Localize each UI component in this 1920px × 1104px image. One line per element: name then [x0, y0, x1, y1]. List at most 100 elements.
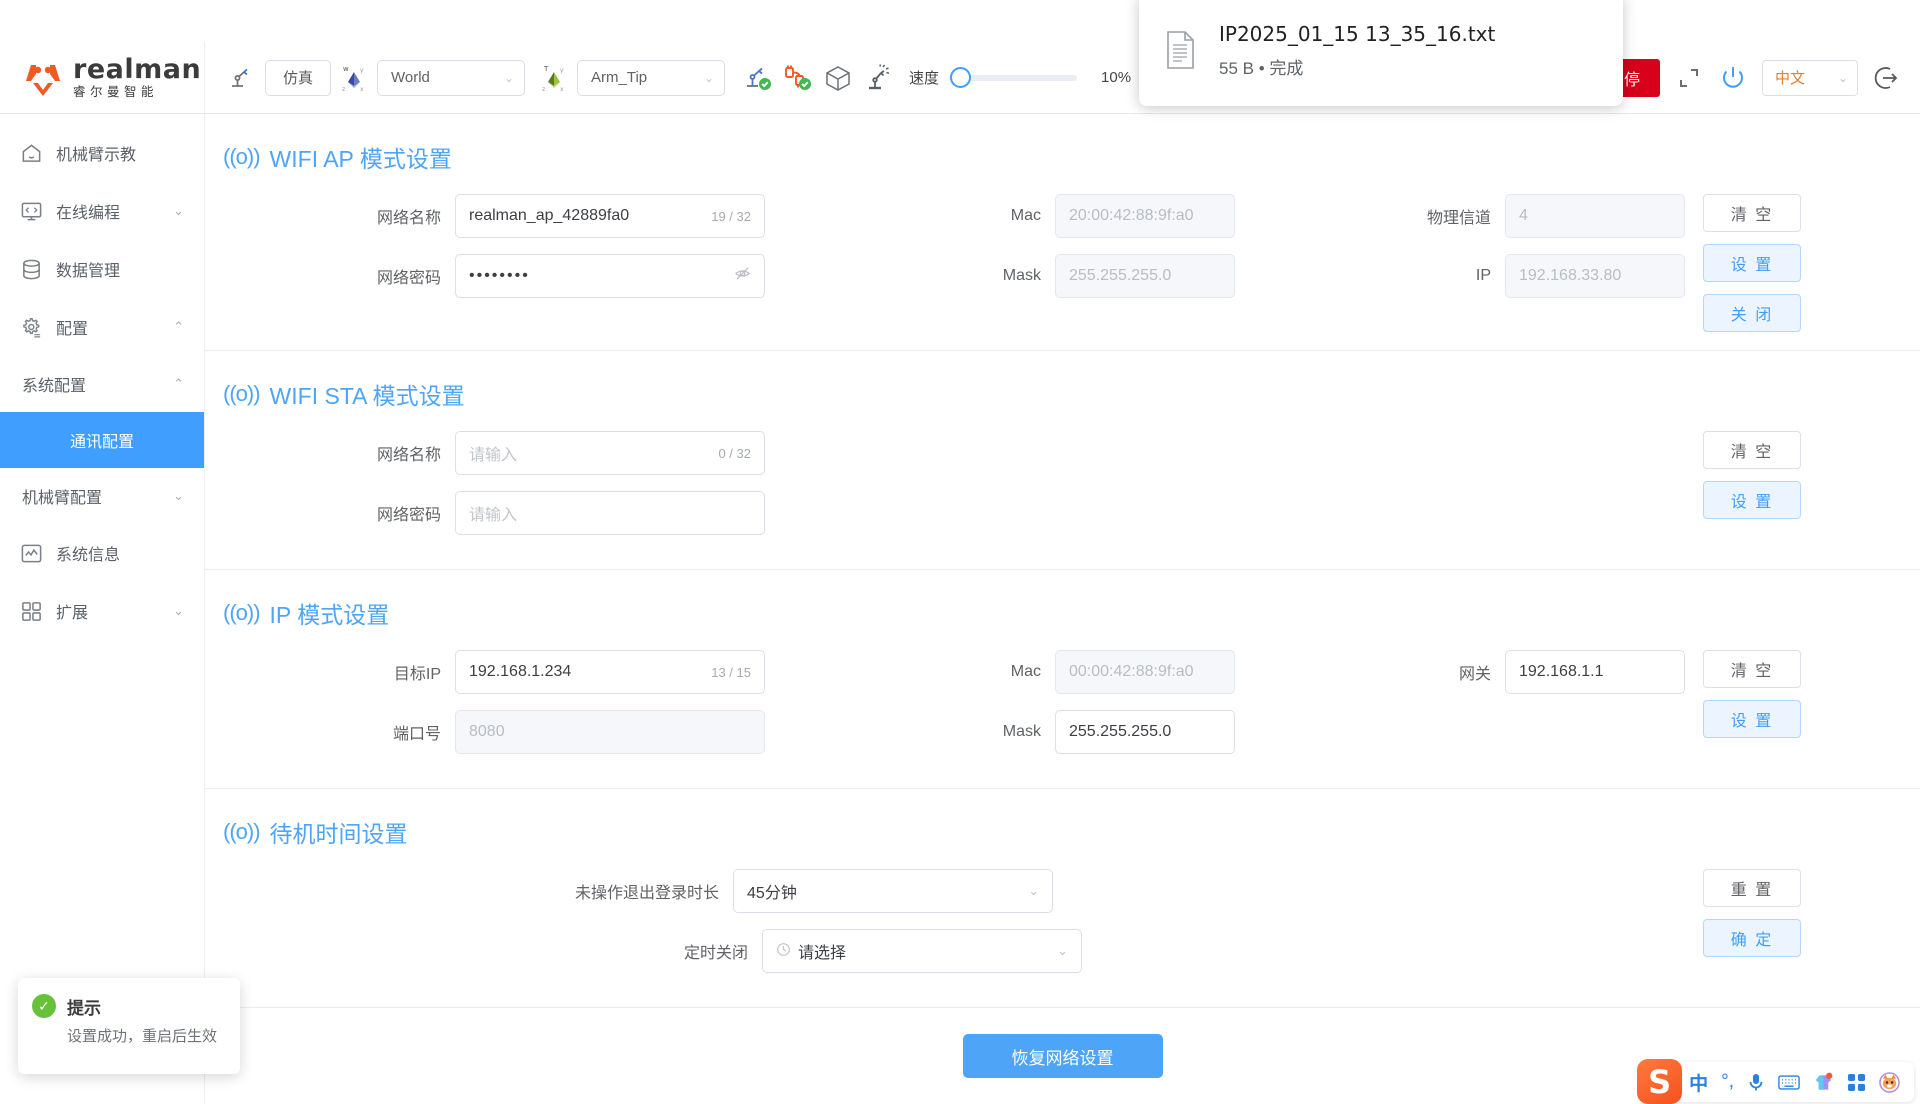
ip-mask-input[interactable]: 255.255.255.0	[1055, 710, 1235, 754]
standby-reset-button[interactable]: 重 置	[1703, 869, 1801, 907]
speed-slider[interactable]	[950, 66, 1078, 88]
sta-ssid-counter: 0 / 32	[718, 445, 751, 461]
chevron-up-icon: ⌃	[173, 319, 184, 334]
section-wifi-sta: ((o)) WIFI STA 模式设置 网络名称 请输入 0 / 32 网络密码	[205, 351, 1920, 570]
section-ip-mode: ((o)) IP 模式设置 目标IP 192.168.1.234 13 / 15…	[205, 570, 1920, 789]
sidebar-item-online-programming[interactable]: 在线编程 ⌄	[0, 182, 204, 240]
speed-label: 速度	[909, 70, 940, 87]
speed-slider-knob[interactable]	[950, 66, 972, 88]
apps-grid-icon[interactable]	[1847, 1073, 1866, 1092]
robot-arm-icon[interactable]	[225, 63, 255, 93]
sta-password-input[interactable]: 请输入	[455, 491, 765, 535]
sidebar-item-system-info[interactable]: 系统信息	[0, 524, 204, 582]
svg-text:w: w	[343, 65, 349, 73]
logout-icon[interactable]	[1872, 63, 1902, 93]
microphone-icon[interactable]	[1747, 1072, 1765, 1092]
ip-set-button[interactable]: 设 置	[1703, 700, 1801, 738]
ap-channel-value: 4	[1519, 207, 1528, 224]
sta-clear-button[interactable]: 清 空	[1703, 431, 1801, 469]
cable-check-icon[interactable]	[783, 63, 813, 93]
standby-confirm-button[interactable]: 确 定	[1703, 919, 1801, 957]
home-icon	[18, 140, 44, 166]
scheduled-shutdown-select[interactable]: 请选择 ⌄	[762, 929, 1083, 973]
ap-close-button[interactable]: 关 闭	[1703, 294, 1801, 332]
sta-password-label: 网络密码	[376, 507, 441, 524]
collision-icon[interactable]	[863, 63, 893, 93]
tool-tip-select[interactable]: Arm_Tip ⌄	[577, 59, 725, 96]
keyboard-icon[interactable]	[1778, 1074, 1800, 1091]
target-ip-counter: 13 / 15	[711, 664, 751, 680]
section-title: WIFI STA 模式设置	[269, 383, 465, 409]
database-icon	[18, 256, 44, 282]
sidebar-leaf-label: 通讯配置	[69, 434, 134, 451]
ap-clear-button[interactable]: 清 空	[1703, 194, 1801, 232]
sidebar-item-arm-config[interactable]: 机械臂配置 ⌄	[0, 468, 204, 524]
wifi-signal-icon: ((o))	[223, 600, 261, 625]
mascot-icon[interactable]	[1879, 1071, 1900, 1093]
sidebar-item-extensions[interactable]: 扩展 ⌄	[0, 582, 204, 640]
sogou-logo-icon[interactable]: S	[1637, 1059, 1683, 1104]
skin-icon[interactable]	[1813, 1072, 1834, 1092]
gateway-value: 192.168.1.1	[1519, 663, 1604, 680]
ap-ssid-input[interactable]: realman_ap_42889fa0 19 / 32	[455, 194, 765, 238]
ap-mac-label: Mac	[1010, 207, 1041, 224]
sidebar-item-configuration[interactable]: 配置 ⌃	[0, 298, 204, 356]
ap-channel-label: 物理信道	[1426, 210, 1491, 227]
tool-axis-icon: T y z x	[541, 63, 567, 93]
ap-password-value: ••••••••	[469, 267, 530, 284]
logout-timeout-label: 未操作退出登录时长	[575, 885, 720, 902]
ap-ssid-label: 网络名称	[376, 210, 441, 227]
sta-ssid-input[interactable]: 请输入 0 / 32	[455, 431, 765, 475]
ap-password-input[interactable]: ••••••••	[455, 254, 765, 298]
sidebar-item-system-config[interactable]: 系统配置 ⌃	[0, 356, 204, 412]
frame-select[interactable]: World ⌄	[377, 59, 525, 96]
section-title: WIFI AP 模式设置	[269, 146, 452, 172]
logout-timeout-select[interactable]: 45分钟 ⌄	[733, 869, 1054, 913]
section-standby: ((o)) 待机时间设置 未操作退出登录时长 45分钟 ⌄ 定时关闭 请选择 ⌄…	[205, 789, 1920, 1008]
ap-set-button[interactable]: 设 置	[1703, 244, 1801, 282]
wifi-signal-icon: ((o))	[223, 144, 261, 169]
ip-clear-button[interactable]: 清 空	[1703, 650, 1801, 688]
tool-tip-select-value: Arm_Tip	[591, 69, 648, 86]
chevron-down-icon: ⌄	[173, 603, 184, 618]
language-select[interactable]: 中文 ⌄	[1762, 59, 1858, 96]
svg-text:x: x	[360, 86, 364, 93]
scheduled-shutdown-label: 定时关闭	[684, 945, 749, 962]
download-filename: IP2025_01_15 13_35_16.txt	[1219, 21, 1496, 46]
gateway-input[interactable]: 192.168.1.1	[1505, 650, 1685, 694]
code-monitor-icon	[18, 198, 44, 224]
cube-icon[interactable]	[823, 63, 853, 93]
realman-logo-icon	[22, 57, 64, 99]
ime-toolbar: S 中 °,	[1637, 1059, 1914, 1104]
download-popup[interactable]: IP2025_01_15 13_35_16.txt 55 B • 完成	[1139, 0, 1623, 106]
robot-arm-check-icon[interactable]	[743, 63, 773, 93]
ap-ip-input: 192.168.33.80	[1505, 254, 1685, 298]
sidebar-item-teach[interactable]: 机械臂示教	[0, 124, 204, 182]
svg-text:y: y	[360, 67, 364, 74]
sidebar-item-data-management[interactable]: 数据管理	[0, 240, 204, 298]
chinese-mode-icon[interactable]: 中	[1689, 1069, 1708, 1096]
simulation-mode-button[interactable]: 仿真	[265, 59, 331, 96]
gear-icon	[18, 314, 44, 340]
expand-icon[interactable]	[1674, 63, 1704, 93]
restore-network-settings-button[interactable]: 恢复网络设置	[962, 1034, 1163, 1078]
port-label: 端口号	[392, 726, 441, 743]
sidebar-item-label: 在线编程	[56, 205, 121, 222]
sidebar-item-communication-config[interactable]: 通讯配置	[0, 412, 204, 468]
grid-blocks-icon	[18, 598, 44, 624]
target-ip-input[interactable]: 192.168.1.234 13 / 15	[455, 650, 765, 694]
chevron-up-icon: ⌃	[173, 376, 184, 391]
power-icon[interactable]	[1718, 63, 1748, 93]
punctuation-icon[interactable]: °,	[1721, 1071, 1734, 1093]
eye-off-icon[interactable]	[734, 265, 751, 287]
brand-name: realman	[73, 54, 202, 86]
ip-mask-label: Mask	[1002, 723, 1041, 740]
sta-set-button[interactable]: 设 置	[1703, 481, 1801, 519]
ap-mac-input: 20:00:42:88:9f:a0	[1055, 194, 1235, 238]
toast-message: 设置成功，重启后生效	[67, 1028, 218, 1045]
chevron-down-icon: ⌄	[703, 70, 714, 85]
svg-text:z: z	[342, 86, 345, 93]
ip-mac-value: 00:00:42:88:9f:a0	[1069, 663, 1194, 680]
sta-ssid-label: 网络名称	[376, 447, 441, 464]
toolbar-right-controls: 停 中文 ⌄	[1604, 58, 1920, 97]
